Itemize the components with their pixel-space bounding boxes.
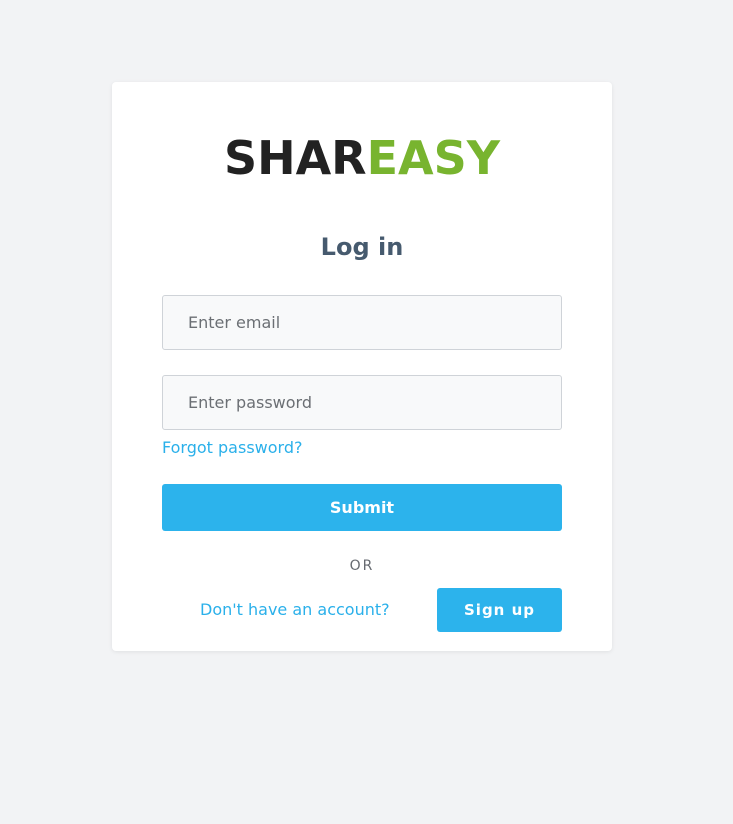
page-title: Log in <box>320 233 404 261</box>
logo-part-green: EASY <box>366 131 501 185</box>
forgot-password-link[interactable]: Forgot password? <box>162 438 302 458</box>
email-field[interactable] <box>162 295 562 350</box>
login-card: SHAREASY Log in Forgot password? Submit … <box>112 82 612 651</box>
submit-button[interactable]: Submit <box>162 484 562 531</box>
sign-up-button[interactable]: Sign up <box>437 588 562 632</box>
logo-part-dark: SHAR <box>223 131 367 185</box>
password-field[interactable] <box>162 375 562 430</box>
shareasy-logo: SHAREASY <box>112 128 612 188</box>
no-account-link[interactable]: Don't have an account? <box>200 600 390 620</box>
or-divider: OR <box>349 558 375 574</box>
